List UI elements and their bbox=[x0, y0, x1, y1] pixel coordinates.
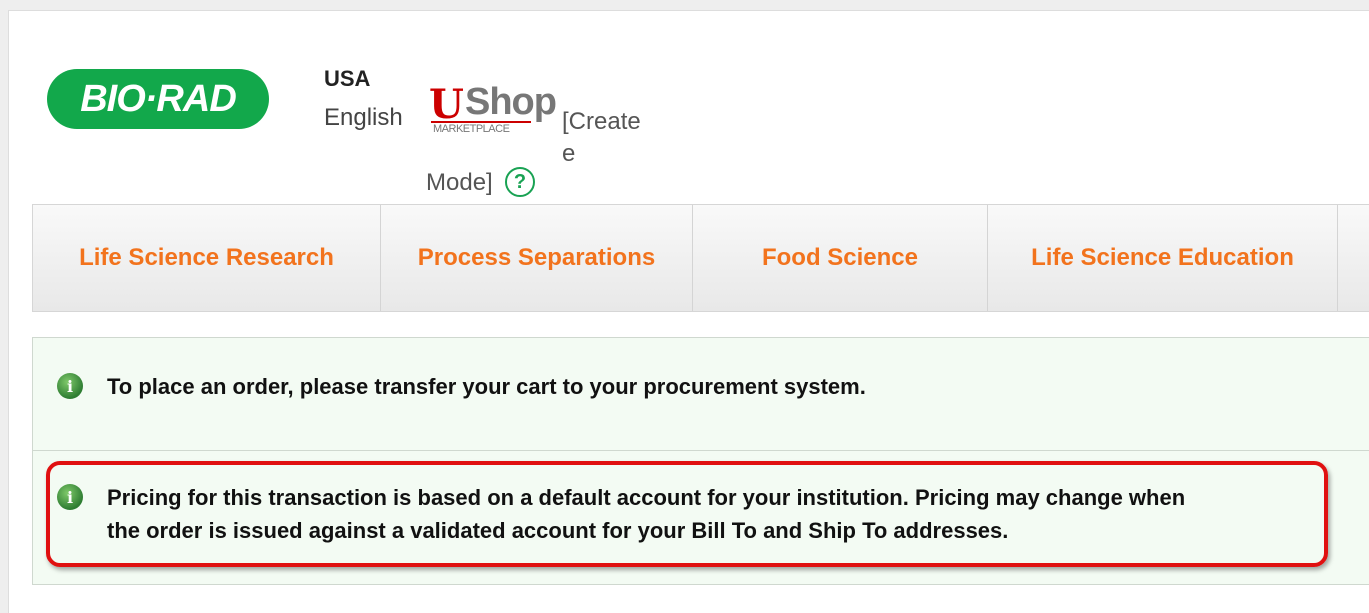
nav-item-process-separations[interactable]: Process Separations bbox=[381, 205, 693, 311]
nav-item-life-science-education[interactable]: Life Science Education bbox=[988, 205, 1338, 311]
mode-label-line3: Mode] bbox=[426, 169, 493, 196]
category-nav: Life Science Research Process Separation… bbox=[32, 204, 1369, 312]
procurement-message: i To place an order, please transfer you… bbox=[32, 337, 1369, 451]
nav-item-food-science[interactable]: Food Science bbox=[693, 205, 988, 311]
highlight-box bbox=[46, 461, 1328, 567]
procurement-message-text: To place an order, please transfer your … bbox=[107, 374, 866, 399]
info-icon: i bbox=[57, 373, 83, 399]
language-label[interactable]: English bbox=[324, 104, 403, 132]
ushop-word: Shop bbox=[465, 81, 557, 123]
ushop-marketplace-logo: U Shop MARKETPLACE bbox=[429, 77, 561, 139]
mode-label-line2: e bbox=[562, 140, 576, 167]
mode-label-line1: [Create bbox=[562, 108, 641, 135]
logo-text: BIO·RAD bbox=[80, 77, 237, 120]
bio-rad-logo[interactable]: BIO·RAD bbox=[47, 69, 269, 129]
country-label[interactable]: USA bbox=[324, 66, 370, 92]
help-icon[interactable]: ? bbox=[505, 167, 535, 197]
ushop-subtitle: MARKETPLACE bbox=[433, 123, 510, 135]
page-container: BIO·RAD USA English U Shop MARKETPLACE [… bbox=[8, 10, 1369, 613]
nav-item-more[interactable] bbox=[1338, 205, 1369, 311]
nav-item-life-science-research[interactable]: Life Science Research bbox=[33, 205, 381, 311]
mode-label: [Create e bbox=[562, 106, 647, 170]
